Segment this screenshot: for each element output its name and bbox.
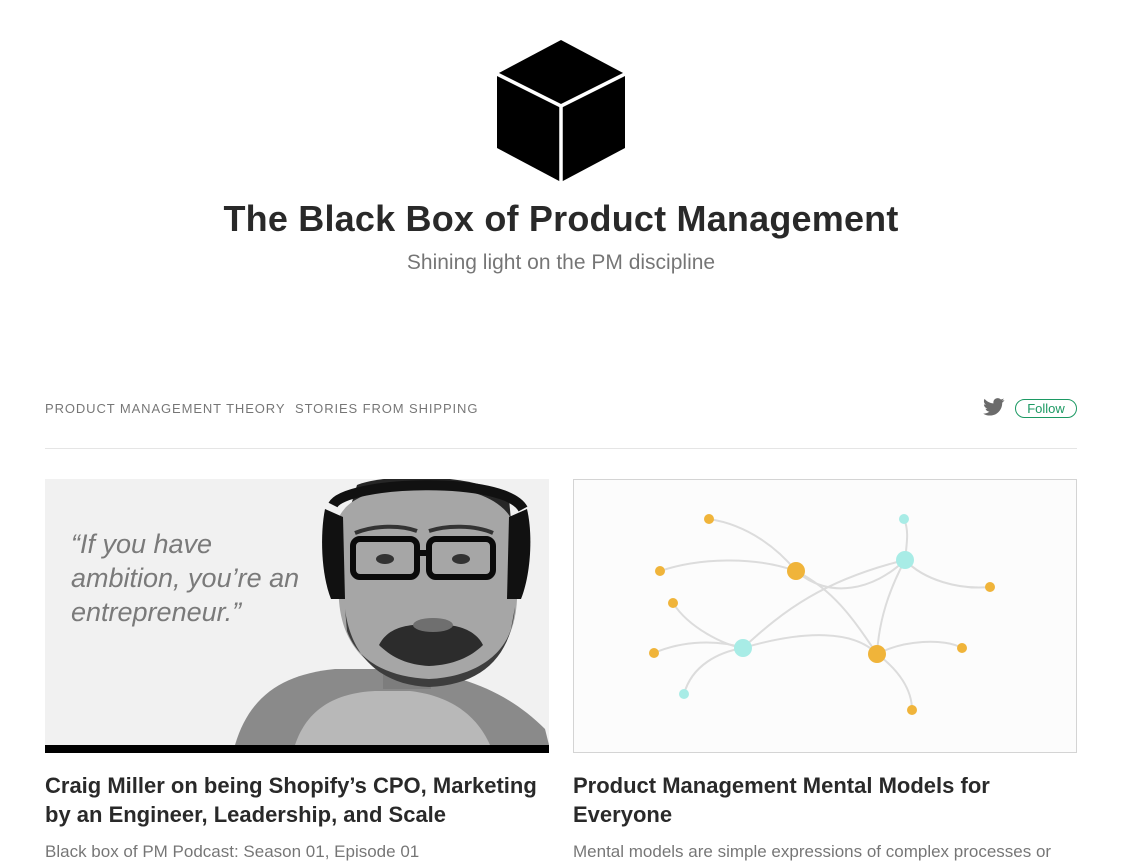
- post-subtitle: Mental models are simple expressions of …: [573, 842, 1052, 861]
- network-nodes: [649, 514, 995, 715]
- black-cube-icon[interactable]: [494, 38, 628, 184]
- post-image-quote: “If you have ambition, you’re an entrepr…: [71, 529, 300, 627]
- nav-item-stories-from-shipping[interactable]: STORIES FROM SHIPPING: [295, 401, 478, 416]
- follow-button[interactable]: Follow: [1015, 399, 1077, 418]
- publication-tagline: Shining light on the PM discipline: [406, 251, 716, 274]
- post-title[interactable]: Product Management Mental Models for Eve…: [573, 771, 1077, 829]
- publication-nav: PRODUCT MANAGEMENT THEORY STORIES FROM S…: [45, 395, 1077, 423]
- post-image-network-diagram[interactable]: [573, 479, 1077, 753]
- publication-page: The Black Box of Product Management Shin…: [0, 0, 1146, 865]
- nav-divider: [45, 448, 1077, 449]
- post-image-craig-miller[interactable]: “If you have ambition, you’re an entrepr…: [45, 479, 549, 753]
- post-subtitle: Black box of PM Podcast: Season 01, Epis…: [45, 842, 420, 861]
- nav-item-product-management-theory[interactable]: PRODUCT MANAGEMENT THEORY: [45, 401, 285, 416]
- post-card-craig-miller[interactable]: “If you have ambition, you’re an entrepr…: [45, 479, 549, 861]
- twitter-icon[interactable]: [983, 398, 1005, 416]
- post-card-mental-models[interactable]: Product Management Mental Models for Eve…: [573, 479, 1077, 861]
- post-title[interactable]: Craig Miller on being Shopify’s CPO, Mar…: [45, 771, 549, 829]
- publication-title[interactable]: The Black Box of Product Management: [0, 198, 1122, 240]
